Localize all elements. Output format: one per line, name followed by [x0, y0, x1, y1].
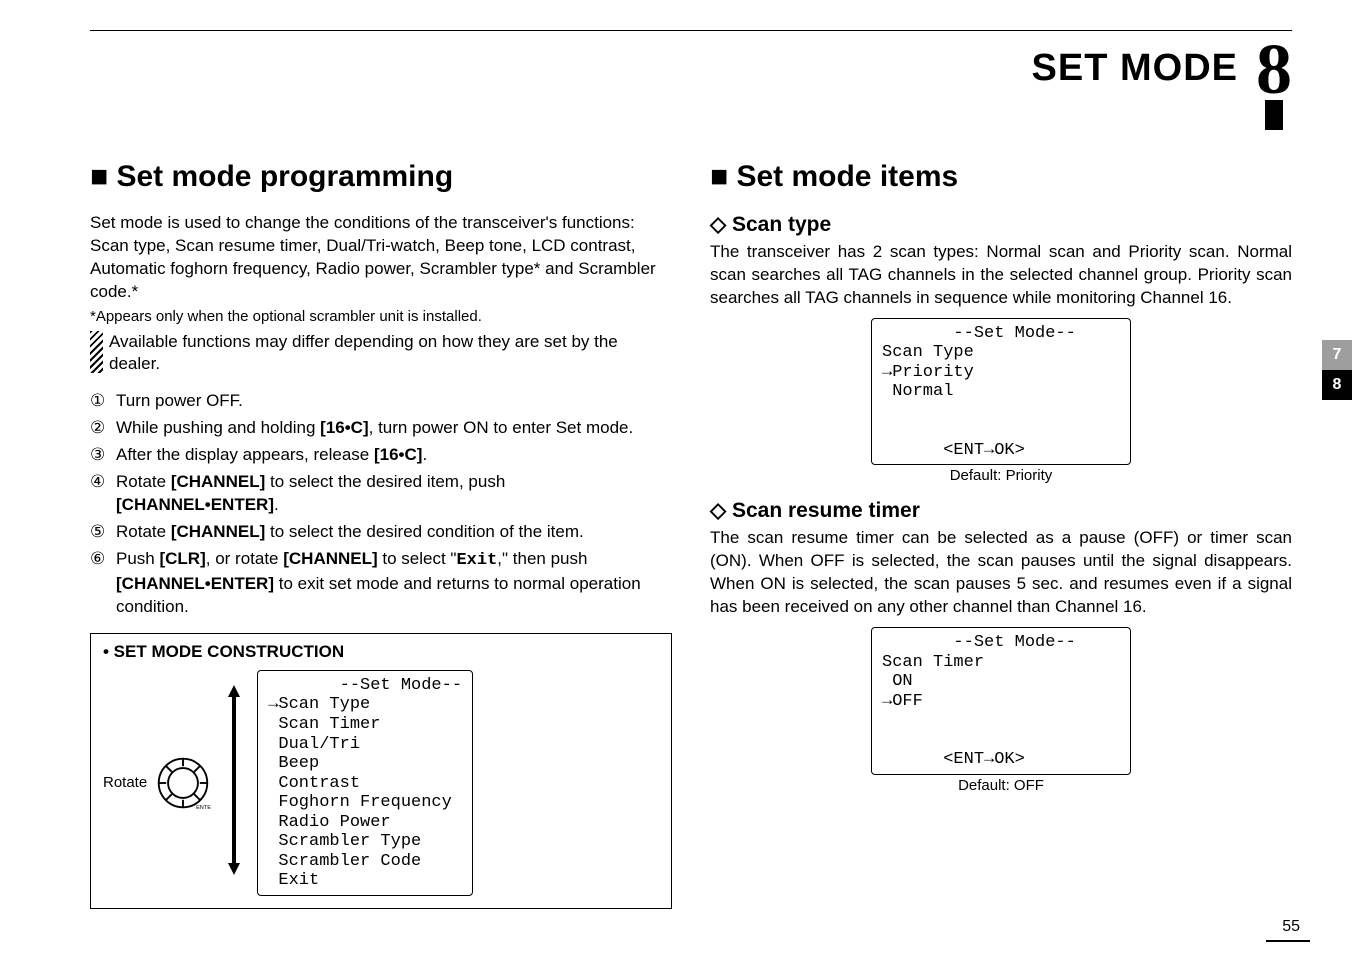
step-3: After the display appears, release [16•C…	[116, 444, 672, 467]
step-num: ②	[90, 417, 110, 440]
left-lead: Set mode is used to change the condition…	[90, 212, 672, 304]
step-num: ③	[90, 444, 110, 467]
step-num: ⑥	[90, 548, 110, 571]
channel-dial-icon: ENTER	[155, 755, 211, 811]
tab-8: 8	[1322, 370, 1352, 400]
page-title: SET MODE	[1032, 47, 1238, 90]
left-heading: ■ Set mode programming	[90, 160, 672, 194]
scan-type-caption: Default: Priority	[710, 467, 1292, 484]
step-6: Push [CLR], or rotate [CHANNEL] to selec…	[116, 548, 672, 619]
chapter-badge: 8	[1256, 37, 1292, 130]
step-5: Rotate [CHANNEL] to select the desired c…	[116, 521, 672, 544]
scan-type-heading: ◇ Scan type	[710, 212, 1292, 237]
step-num: ①	[90, 390, 110, 413]
chapter-number: 8	[1256, 37, 1292, 102]
lcd-scan-type: --Set Mode-- Scan Type →Priority Normal …	[871, 318, 1131, 466]
scan-timer-heading: ◇ Scan resume timer	[710, 498, 1292, 523]
scan-timer-body: The scan resume timer can be selected as…	[710, 527, 1292, 619]
step-4: Rotate [CHANNEL] to select the desired i…	[116, 471, 672, 517]
hatch-icon	[90, 331, 103, 373]
step-num: ⑤	[90, 521, 110, 544]
set-mode-construction-box: • SET MODE CONSTRUCTION Rotate	[90, 633, 672, 909]
lcd-set-mode-list: --Set Mode-- →Scan Type Scan Timer Dual/…	[257, 670, 473, 896]
tab-7: 7	[1322, 340, 1352, 370]
page-number: 55	[1282, 918, 1300, 936]
chapter-tick	[1265, 100, 1283, 130]
right-heading: ■ Set mode items	[710, 160, 1292, 194]
dealer-note: Available functions may differ depending…	[90, 331, 672, 377]
page-tabs: 7 8	[1322, 340, 1352, 400]
box-title: • SET MODE CONSTRUCTION	[103, 642, 659, 662]
rotate-label: Rotate	[103, 774, 147, 791]
dealer-note-text: Available functions may differ depending…	[109, 331, 672, 377]
step-1: Turn power OFF.	[116, 390, 672, 413]
step-2: While pushing and holding [16•C], turn p…	[116, 417, 672, 440]
scan-type-body: The transceiver has 2 scan types: Normal…	[710, 241, 1292, 310]
lcd-scan-timer: --Set Mode-- Scan Timer ON →OFF <ENT→OK>	[871, 627, 1131, 775]
step-num: ④	[90, 471, 110, 494]
scan-timer-caption: Default: OFF	[710, 777, 1292, 794]
page-num-rule	[1266, 940, 1310, 942]
updown-arrow-icon	[227, 685, 241, 875]
left-asterisk: *Appears only when the optional scramble…	[90, 308, 672, 325]
svg-text:ENTER: ENTER	[196, 805, 211, 811]
steps-list: ① Turn power OFF. ② While pushing and hold…	[90, 390, 672, 618]
